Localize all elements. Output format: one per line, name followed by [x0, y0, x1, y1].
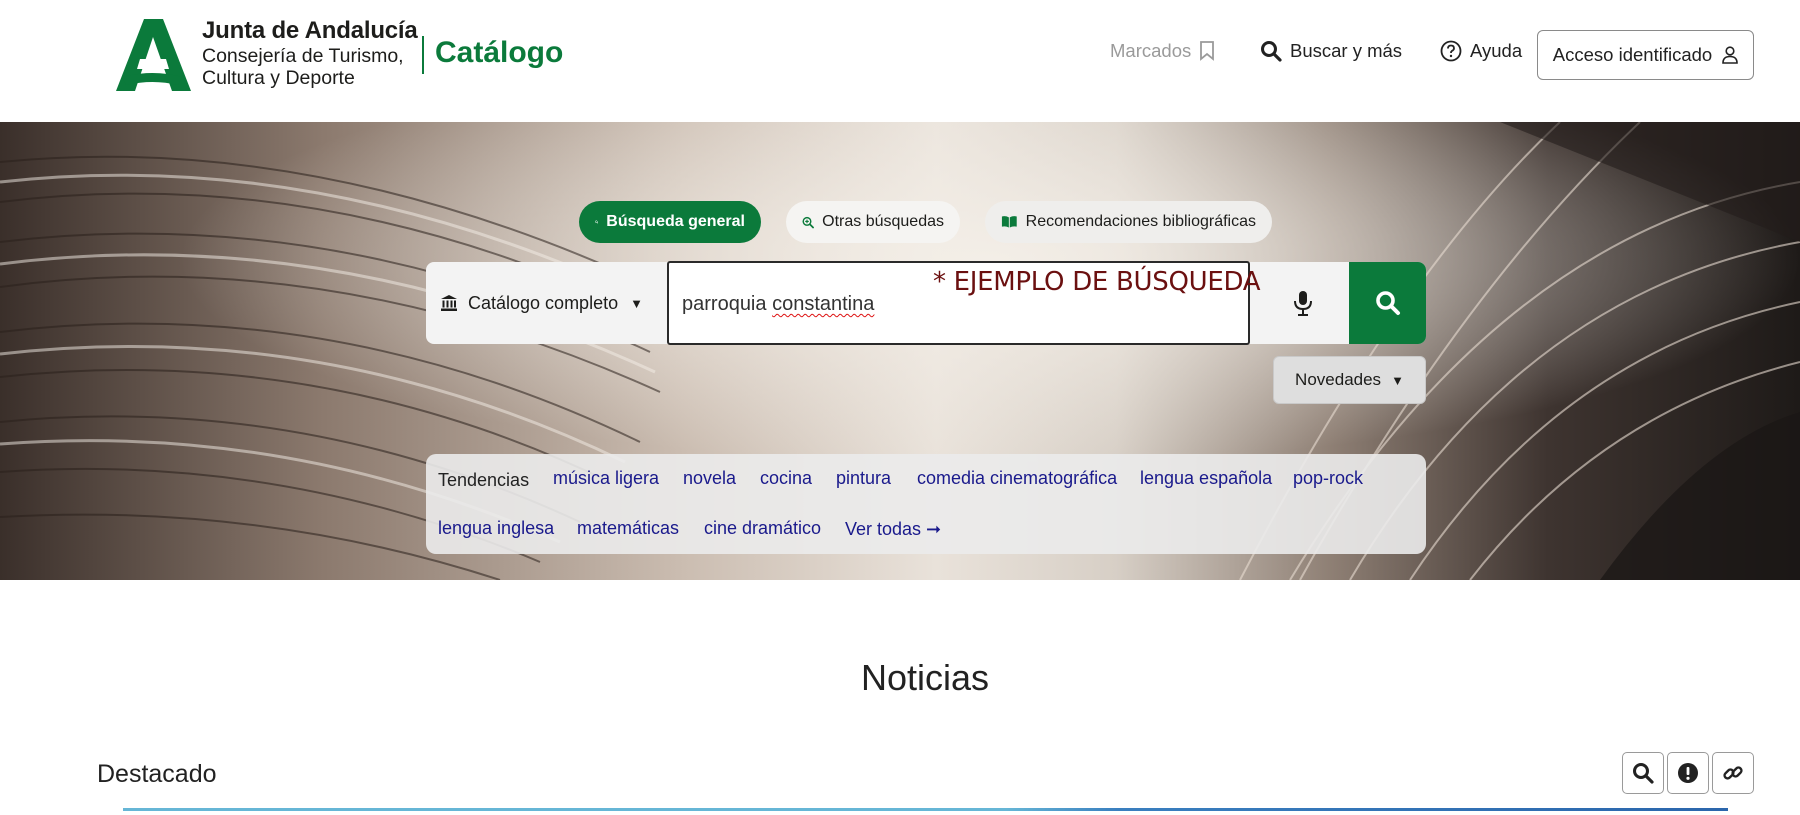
- search-icon: [1375, 291, 1400, 315]
- header-divider: [422, 36, 424, 74]
- zoom-in-icon: [802, 216, 814, 228]
- tab-busqueda-general[interactable]: Búsqueda general: [579, 201, 761, 243]
- featured-divider: [123, 808, 1728, 811]
- novedades-label: Novedades: [1295, 370, 1382, 389]
- buscar-label: Buscar y más: [1290, 40, 1403, 61]
- search-input-value: parroquia constantina: [682, 293, 874, 316]
- tendencias-panel: Tendencias música ligera novela cocina p…: [426, 454, 1426, 554]
- search-tool-button[interactable]: [1622, 752, 1664, 794]
- microphone-icon[interactable]: [1288, 288, 1318, 318]
- tab-otras-label: Otras búsquedas: [822, 213, 944, 230]
- junta-logo-icon[interactable]: [116, 19, 191, 91]
- search-icon: [1261, 41, 1282, 62]
- query-word-1: parroquia: [682, 293, 767, 315]
- info-tool-button[interactable]: [1667, 752, 1709, 794]
- library-icon: [441, 295, 457, 311]
- query-word-2: constantina: [772, 293, 875, 315]
- app-title[interactable]: Catálogo: [435, 36, 563, 70]
- hero-banner: Búsqueda general Otras búsquedas Recomen…: [0, 122, 1800, 580]
- bookmark-icon: [1200, 41, 1215, 61]
- org-line-1: Junta de Andalucía: [202, 17, 418, 44]
- tab-recomendaciones[interactable]: Recomendaciones bibliográficas: [985, 201, 1272, 243]
- search-icon: [595, 220, 599, 224]
- marcados-link[interactable]: Marcados: [1110, 40, 1215, 62]
- ayuda-label: Ayuda: [1470, 40, 1523, 61]
- ayuda-link[interactable]: Ayuda: [1440, 40, 1522, 62]
- tab-otras-busquedas[interactable]: Otras búsquedas: [786, 201, 960, 243]
- site-header: Junta de Andalucía Consejería de Turismo…: [0, 0, 1800, 122]
- help-circle-icon: [1440, 40, 1462, 62]
- caret-down-icon: ▼: [1391, 372, 1404, 388]
- link-icon: [1723, 766, 1743, 780]
- marcados-label: Marcados: [1110, 40, 1192, 61]
- ver-todas-link[interactable]: Ver todas ➞: [845, 519, 941, 540]
- search-bar: Catálogo completo ▼ parroquia constantin…: [426, 261, 1426, 345]
- trend-link[interactable]: pop-rock: [1293, 468, 1363, 489]
- login-label: Acceso identificado: [1552, 44, 1713, 65]
- trend-link[interactable]: cine dramático: [704, 518, 821, 539]
- section-title-noticias: Noticias: [860, 657, 990, 698]
- search-icon: [1633, 763, 1654, 784]
- org-line-3: Cultura y Deporte: [202, 67, 355, 90]
- book-open-icon: [1001, 216, 1017, 228]
- buscar-link[interactable]: Buscar y más: [1260, 40, 1402, 62]
- trend-link[interactable]: comedia cinematográfica: [917, 468, 1117, 489]
- trend-link[interactable]: matemáticas: [577, 518, 679, 539]
- tab-recom-label: Recomendaciones bibliográficas: [1025, 213, 1256, 230]
- org-name: Junta de Andalucía Consejería de Turismo…: [202, 17, 418, 89]
- trend-link[interactable]: lengua española: [1140, 468, 1272, 489]
- scope-label: Catálogo completo: [468, 292, 619, 313]
- trend-link[interactable]: lengua inglesa: [438, 518, 554, 539]
- login-button[interactable]: Acceso identificado: [1537, 30, 1754, 80]
- org-line-2: Consejería de Turismo,: [202, 44, 404, 67]
- trend-link[interactable]: cocina: [760, 468, 812, 489]
- tab-general-label: Búsqueda general: [606, 213, 745, 230]
- tendencias-label: Tendencias: [438, 470, 530, 490]
- search-submit-button[interactable]: [1349, 262, 1426, 344]
- scope-dropdown[interactable]: Catálogo completo ▼: [440, 262, 643, 344]
- novedades-dropdown[interactable]: Novedades ▼: [1273, 356, 1426, 404]
- exclamation-circle-icon: [1678, 763, 1698, 783]
- caret-down-icon: ▼: [630, 295, 643, 311]
- destacado-heading: Destacado: [97, 760, 217, 788]
- search-example-annotation: * EJEMPLO DE BÚSQUEDA: [933, 267, 1261, 297]
- trend-link[interactable]: pintura: [836, 468, 891, 489]
- link-tool-button[interactable]: [1712, 752, 1754, 794]
- trend-link[interactable]: novela: [683, 468, 736, 489]
- trend-link[interactable]: música ligera: [553, 468, 659, 489]
- user-icon: [1722, 46, 1739, 64]
